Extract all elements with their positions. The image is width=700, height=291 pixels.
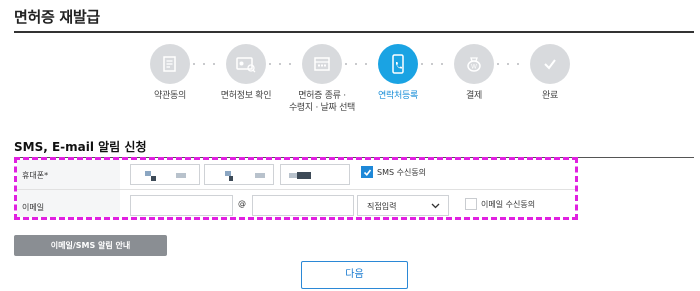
step-label: 완료 [542, 91, 558, 101]
highlight-box [14, 157, 578, 220]
document-edit-icon [150, 44, 190, 84]
notification-guide-button[interactable]: 이메일/SMS 알림 안내 [14, 235, 167, 256]
page-title: 면허증 재발급 [14, 8, 100, 26]
step-label: 약관동의 [154, 91, 186, 101]
calendar-icon [302, 44, 342, 84]
step-license-info: 면허정보 확인 [206, 44, 286, 102]
step-license-type: 면허증 종류 · 수령지 · 날짜 선택 [282, 44, 362, 114]
next-button[interactable]: 다음 [301, 261, 408, 289]
step-label: 결제 [466, 91, 482, 101]
section-title: SMS, E-mail 알림 신청 [14, 140, 147, 154]
id-card-search-icon [226, 44, 266, 84]
svg-text:W: W [471, 64, 477, 71]
step-label: 면허증 종류 · 수령지 · 날짜 선택 [288, 91, 356, 113]
checkmark-icon [530, 44, 570, 84]
step-complete: 완료 [510, 44, 590, 102]
phone-icon [378, 44, 418, 84]
title-divider [14, 31, 694, 33]
step-label: 연락처등록 [378, 91, 418, 101]
step-payment: W 결제 [434, 44, 514, 102]
payment-bag-icon: W [454, 44, 494, 84]
step-contact: 연락처등록 [358, 44, 438, 102]
step-label: 면허정보 확인 [220, 91, 272, 101]
step-terms: 약관동의 [130, 44, 210, 102]
progress-stepper: 약관동의 면허정보 확인 면허증 종류 · 수령지 · 날짜 선택 연락처등록 … [130, 44, 590, 120]
